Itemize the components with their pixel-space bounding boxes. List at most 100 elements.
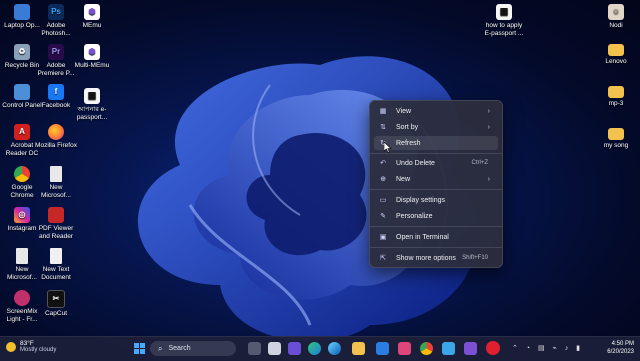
user-icon: ☺	[608, 4, 624, 20]
system-tray[interactable]: ⌃ ◔ ▤ ⌁ ♪ ▮	[512, 344, 583, 352]
menu-separator	[370, 189, 502, 190]
menu-item-refresh[interactable]: ↻ Refresh	[374, 136, 498, 150]
desktop-icon-pdf-viewer[interactable]: PDF Viewer and Reader	[34, 207, 78, 240]
desktop-icon-memu[interactable]: ⬢ MEmu	[70, 4, 114, 30]
memu-icon: ⬢	[84, 4, 100, 20]
chevron-right-icon: ›	[487, 107, 490, 115]
menu-item-label: New	[396, 175, 411, 183]
document-icon	[16, 248, 28, 264]
video-camera-icon[interactable]	[288, 342, 301, 355]
folder-icon	[608, 86, 624, 98]
taskbar-app-1[interactable]	[268, 342, 281, 355]
weather-icon	[6, 342, 16, 352]
menu-item-personalize[interactable]: ✎ Personalize	[374, 209, 498, 223]
mouse-cursor-icon	[384, 142, 392, 153]
desktop-icon-firefox[interactable]: Mozilla Firefox	[34, 124, 78, 150]
desktop-icon-capcut[interactable]: ✂ CapCut	[34, 290, 78, 318]
document-icon	[50, 166, 62, 182]
search-icon: ⌕	[158, 343, 163, 353]
menu-item-label: Display settings	[396, 196, 446, 204]
desktop-icon-my-song[interactable]: my song	[594, 128, 638, 150]
instagram-icon: ◎	[14, 207, 30, 223]
windows-logo-icon	[134, 343, 145, 354]
shortcut-label: Ctrl+Z	[471, 160, 489, 166]
monitor-icon	[14, 4, 30, 20]
file-explorer-icon[interactable]	[352, 342, 365, 355]
facebook-icon: f	[48, 84, 64, 100]
folder-icon	[608, 44, 624, 56]
control-panel-icon	[14, 84, 30, 100]
desktop-icon-how-to-apply[interactable]: ▦ how to apply E-passport ...	[482, 4, 526, 37]
recorder-icon[interactable]	[486, 341, 500, 355]
capcut-icon: ✂	[47, 290, 65, 308]
menu-item-show-more-options[interactable]: ⇱ Show more options Shift+F10	[374, 251, 498, 265]
desktop-icon-nodi[interactable]: ☺ Nodi	[594, 4, 638, 30]
desktop-icon-new-doc-2[interactable]: New Microsof...	[34, 166, 78, 199]
task-view-button[interactable]	[248, 342, 261, 355]
search-placeholder: Search	[168, 345, 191, 352]
qr-icon: ▦	[496, 4, 512, 20]
terminal-icon: ▣	[379, 234, 387, 241]
display-icon: ▭	[379, 197, 387, 204]
taskbar: 83°F Mostly cloudy ⌕ Search ⌃ ◔ ▤ ⌁ ♪ ▮ …	[0, 336, 640, 361]
mail-icon[interactable]	[376, 342, 389, 355]
taskbar-search-box[interactable]: ⌕ Search	[150, 341, 236, 356]
photoshop-icon: Ps	[48, 4, 64, 20]
chevron-right-icon: ›	[487, 175, 490, 183]
shortcut-label: Shift+F10	[462, 255, 488, 261]
menu-item-label: Sort by	[396, 123, 419, 131]
chevron-right-icon: ›	[487, 123, 490, 131]
menu-separator	[370, 247, 502, 248]
menu-item-sort-by[interactable]: ⇅ Sort by ›	[374, 120, 498, 134]
folder-icon	[608, 128, 624, 140]
acrobat-icon: A	[14, 124, 30, 140]
menu-separator	[370, 153, 502, 154]
screenmix-icon	[14, 290, 30, 306]
menu-item-label: Refresh	[396, 139, 421, 147]
clock-date: 6/20/2023	[607, 348, 634, 355]
menu-item-undo-delete[interactable]: ↶ Undo Delete Ctrl+Z	[374, 156, 498, 170]
menu-item-label: View	[396, 107, 412, 115]
qr-icon: ▦	[84, 88, 100, 104]
menu-item-label: Show more options	[396, 254, 456, 262]
chrome-icon[interactable]	[420, 342, 433, 355]
clock-time: 4:50 PM	[611, 341, 634, 347]
memu-taskbar-icon[interactable]	[464, 342, 477, 355]
start-button[interactable]	[133, 342, 146, 355]
weather-temp: 83°F	[20, 340, 34, 347]
menu-item-new[interactable]: ⊕ New ›	[374, 172, 498, 186]
desktop-icon-epassport-qr[interactable]: ▦ আপনার e-passport...	[70, 88, 114, 121]
undo-icon: ↶	[380, 160, 386, 167]
desktop-icon-multi-memu[interactable]: ⬢ Multi-MEmu	[70, 44, 114, 70]
menu-item-view[interactable]: ▦ View ›	[374, 104, 498, 118]
menu-item-display-settings[interactable]: ▭ Display settings	[374, 193, 498, 207]
weather-desc: Mostly cloudy	[20, 347, 57, 353]
recycle-bin-icon: ♻	[14, 44, 30, 60]
desktop-icon-lenovo[interactable]: Lenovo	[594, 44, 638, 66]
desktop-icon-new-text[interactable]: New Text Document	[34, 248, 78, 281]
multi-memu-icon: ⬢	[84, 44, 100, 60]
desktop-context-menu: ▦ View › ⇅ Sort by › ↻ Refresh ↶ Undo De…	[369, 100, 503, 268]
menu-item-label: Personalize	[396, 212, 433, 220]
new-icon: ⊕	[380, 176, 386, 183]
desktop-icon-mp3[interactable]: mp-3	[594, 86, 638, 108]
menu-item-label: Undo Delete	[396, 159, 435, 167]
sort-icon: ⇅	[380, 124, 386, 131]
text-document-icon	[50, 248, 62, 264]
edge-icon[interactable]	[308, 342, 321, 355]
premiere-icon: Pr	[48, 44, 64, 60]
firefox-icon	[48, 124, 64, 140]
photos-icon[interactable]	[442, 342, 455, 355]
menu-item-label: Open in Terminal	[396, 233, 449, 241]
menu-item-open-terminal[interactable]: ▣ Open in Terminal	[374, 230, 498, 244]
grid-icon: ▦	[379, 108, 387, 115]
chrome-icon	[14, 166, 30, 182]
pdf-icon	[48, 207, 64, 223]
menu-separator	[370, 226, 502, 227]
brush-icon: ✎	[380, 213, 386, 220]
more-options-icon: ⇱	[380, 255, 386, 262]
weather-widget[interactable]: 83°F Mostly cloudy	[6, 340, 56, 354]
clock[interactable]: 4:50 PM 6/20/2023	[607, 341, 634, 356]
edge-dev-icon[interactable]	[328, 342, 341, 355]
store-icon[interactable]	[398, 342, 411, 355]
